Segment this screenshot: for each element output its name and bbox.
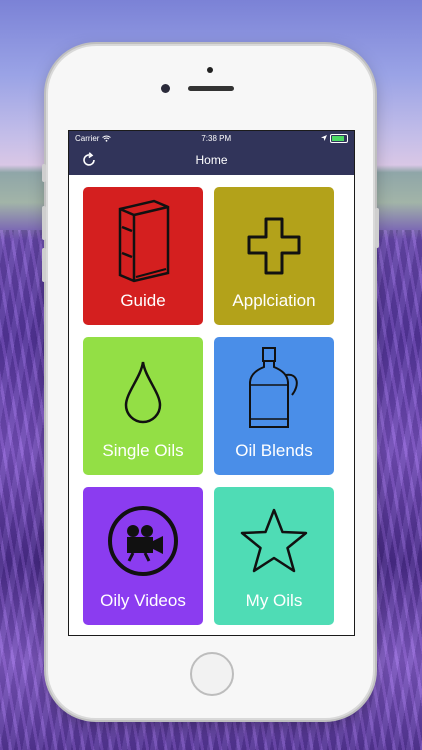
- home-button[interactable]: [190, 652, 234, 696]
- phone-frame: Carrier 7:38 PM Home Guide Applciation S…: [42, 46, 379, 718]
- bottle-icon: [249, 347, 298, 428]
- wifi-icon: [102, 135, 112, 142]
- nav-bar: Home: [69, 145, 354, 175]
- status-bar: Carrier 7:38 PM: [69, 131, 354, 145]
- tile-label: My Oils: [245, 591, 303, 610]
- tile-label: Applciation: [232, 291, 316, 310]
- tile-label: Guide: [120, 291, 166, 310]
- mute-switch: [42, 164, 46, 182]
- cross-icon: [247, 217, 301, 275]
- tile-guide[interactable]: Guide: [83, 187, 203, 325]
- tile-oil-blends[interactable]: Oil Blends: [214, 337, 334, 475]
- menu-grid: Guide Applciation Single Oils Oil Blends…: [83, 187, 335, 625]
- proximity-sensor: [207, 67, 213, 73]
- battery-icon: [330, 133, 348, 143]
- tile-label: Oily Videos: [100, 591, 186, 610]
- tile-my-oils[interactable]: My Oils: [214, 487, 334, 625]
- tile-label: Oil Blends: [235, 441, 313, 460]
- tile-single-oils[interactable]: Single Oils: [83, 337, 203, 475]
- star-icon: [240, 508, 308, 573]
- refresh-icon[interactable]: [81, 152, 97, 168]
- volume-up-button: [42, 206, 46, 240]
- earpiece-speaker: [188, 86, 234, 91]
- tile-application[interactable]: Applciation: [214, 187, 334, 325]
- book-icon: [118, 199, 170, 283]
- tile-label: Single Oils: [102, 441, 184, 460]
- app-screen: Carrier 7:38 PM Home Guide Applciation S…: [68, 130, 355, 636]
- power-button: [375, 208, 379, 248]
- location-icon: [321, 135, 327, 141]
- carrier-label: Carrier: [75, 133, 100, 143]
- tile-oily-videos[interactable]: Oily Videos: [83, 487, 203, 625]
- video-camera-icon: [108, 506, 178, 576]
- front-camera: [161, 84, 170, 93]
- status-time: 7:38 PM: [201, 133, 232, 143]
- page-title: Home: [195, 153, 228, 167]
- volume-down-button: [42, 248, 46, 282]
- drop-icon: [124, 361, 162, 424]
